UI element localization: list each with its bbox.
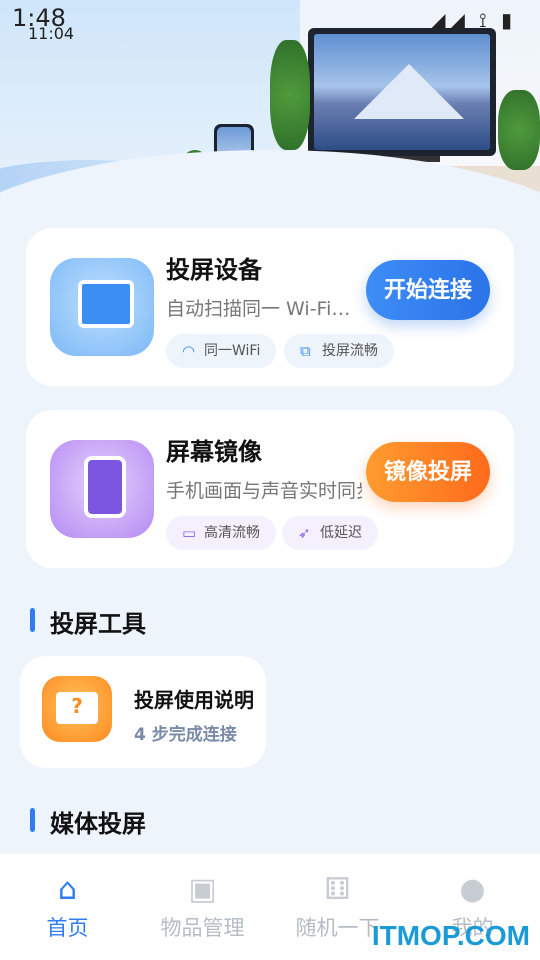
cast-device-card[interactable]: 投屏设备 自动扫描同一 Wi-Fi下的设备 ◠ 同一WiFi ⧉ 投屏流畅 开始…	[26, 228, 514, 386]
watermark: ITMOP.COM	[371, 920, 530, 951]
card-description: 手机画面与声音实时同步	[166, 480, 362, 502]
tag-label: 投屏流畅	[322, 343, 378, 359]
tag-label: 同一WiFi	[204, 343, 261, 359]
tab-home[interactable]: ⌂ 首页	[0, 854, 135, 960]
box-icon: ▣	[188, 872, 217, 907]
section-accent-bar	[30, 608, 35, 632]
mirror-cast-button[interactable]: 镜像投屏	[366, 442, 490, 502]
tag-same-wifi: ◠ 同一WiFi	[166, 334, 277, 368]
status-bar: 1:48 11:04 ◢◢ ⟟ ▮	[0, 0, 540, 44]
card-title: 投屏设备	[166, 256, 262, 284]
monitor-icon	[50, 258, 154, 356]
rocket-icon: ➶	[298, 524, 311, 542]
cast-guide-card[interactable]: ? 投屏使用说明 4 步完成连接	[20, 656, 266, 768]
section-title-tools: 投屏工具	[30, 604, 146, 639]
section-title-text: 投屏工具	[50, 610, 146, 638]
phone-rotate-icon	[50, 440, 154, 538]
tool-subtitle: 4 步完成连接	[134, 725, 237, 745]
hd-icon: ▭	[182, 524, 197, 542]
section-accent-bar	[30, 808, 35, 832]
tag-low-latency: ➶ 低延迟	[282, 516, 378, 550]
home-icon: ⌂	[57, 872, 78, 907]
tag-smooth-cast: ⧉ 投屏流畅	[284, 334, 394, 368]
section-title-text: 媒体投屏	[50, 810, 146, 838]
section-title-media: 媒体投屏	[30, 804, 146, 839]
tag-hd-smooth: ▭ 高清流畅	[166, 516, 276, 550]
tv-illustration	[308, 28, 496, 156]
screen-mirror-card[interactable]: 屏幕镜像 手机画面与声音实时同步 ▭ 高清流畅 ➶ 低延迟 镜像投屏	[26, 410, 514, 568]
tag-label: 高清流畅	[204, 525, 260, 541]
plant-illustration	[498, 90, 540, 170]
user-icon: ●	[459, 872, 486, 907]
start-connect-button[interactable]: 开始连接	[366, 260, 490, 320]
wifi-icon: ◠	[182, 342, 196, 360]
dice-icon: ⚅	[324, 872, 351, 907]
status-icons: ◢◢ ⟟ ▮	[430, 8, 516, 32]
tool-title: 投屏使用说明	[134, 688, 254, 712]
tab-label: 首页	[46, 916, 89, 940]
card-title: 屏幕镜像	[166, 438, 262, 466]
tab-items[interactable]: ▣ 物品管理	[135, 854, 270, 960]
tag-label: 低延迟	[320, 525, 362, 541]
status-time-secondary: 11:04	[28, 24, 75, 43]
plant-illustration	[270, 40, 310, 150]
screens-icon: ⧉	[300, 342, 311, 360]
card-description: 自动扫描同一 Wi-Fi下的设备	[166, 298, 362, 320]
tab-label: 物品管理	[160, 916, 245, 940]
book-question-icon: ?	[42, 676, 112, 742]
